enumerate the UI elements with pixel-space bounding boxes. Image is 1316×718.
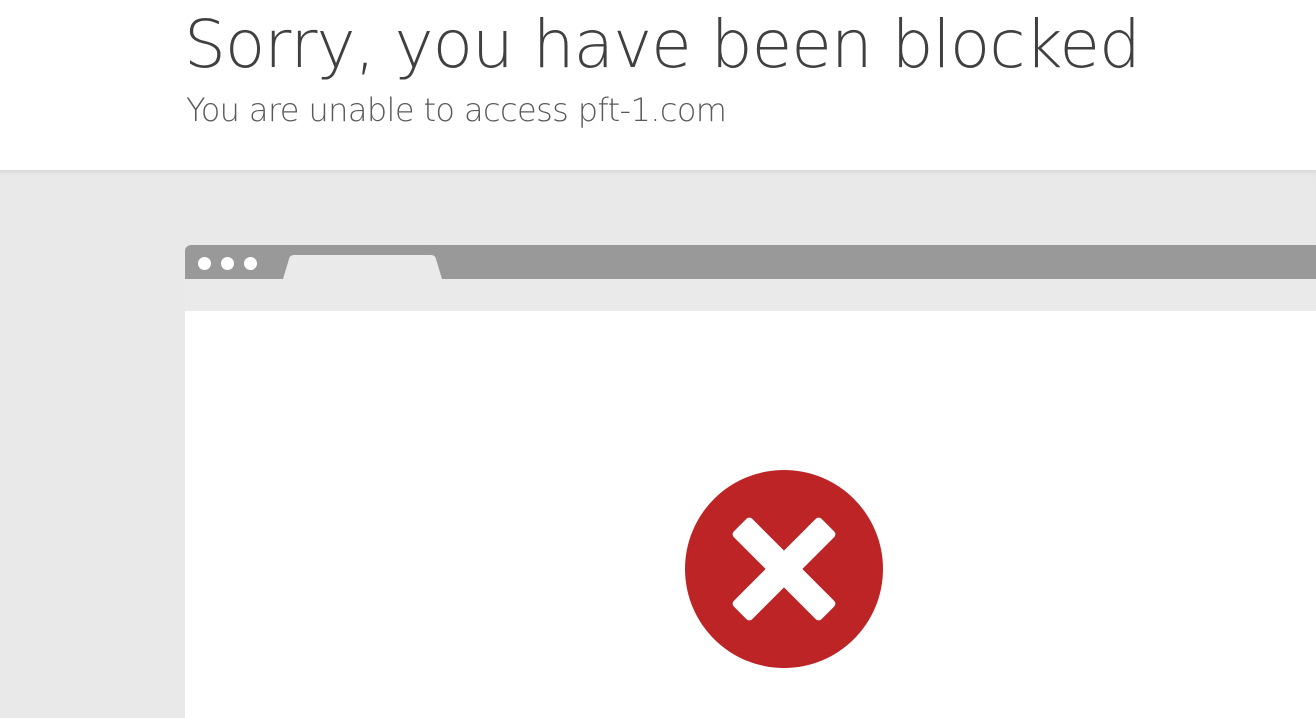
page-subtitle: You are unable to access pft-1.com <box>186 91 727 129</box>
browser-toolbar-strip <box>185 279 1316 311</box>
header: Sorry, you have been blocked You are una… <box>0 0 1316 170</box>
window-dot-icon <box>221 257 234 270</box>
window-dot-icon <box>244 257 257 270</box>
page-title: Sorry, you have been blocked <box>184 6 1141 83</box>
error-x-icon <box>685 470 883 668</box>
browser-tab <box>283 255 442 279</box>
window-dot-icon <box>198 257 211 270</box>
